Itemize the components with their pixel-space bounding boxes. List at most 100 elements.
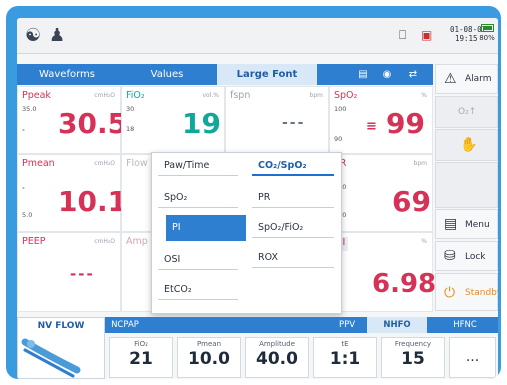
tile-pr[interactable]: PR bpm 200 100 69 (329, 154, 433, 232)
setting-fio2-value: 21 (129, 349, 153, 369)
side-blank (435, 162, 498, 208)
oxygen-boost-button[interactable]: O₂↑ (435, 96, 498, 128)
pi-unit: % (421, 238, 427, 245)
option-pr-label: PR (258, 192, 271, 203)
setting-pmean[interactable]: Pmean 10.0 (177, 337, 241, 378)
menu-button[interactable]: ▤ Menu (435, 209, 498, 239)
underline (252, 207, 334, 208)
tab-ppv[interactable]: PPV (327, 317, 367, 333)
fio2-unit: vol.% (202, 92, 220, 99)
option-etco2-label: EtCO₂ (164, 284, 192, 295)
tile-spo2[interactable]: SpO₂ % 100 90 ≡ 99 (329, 86, 433, 154)
setting-frequency[interactable]: Frequency 15 (381, 337, 445, 378)
fspn-value: --- (282, 115, 306, 131)
lock-icon: ⛁ (444, 248, 456, 264)
setting-amplitude[interactable]: Amplitude 40.0 (245, 337, 309, 378)
tab-hfnc[interactable]: HFNC (435, 317, 495, 333)
fio2-label: FiO₂ (126, 90, 145, 101)
ppeak-unit: cmH₂O (94, 92, 115, 99)
option-paw-time[interactable]: Paw/Time (158, 155, 244, 177)
ppeak-value: 30.5 (58, 107, 128, 140)
tab-waveforms[interactable]: Waveforms (17, 64, 117, 85)
nv-flow-panel[interactable]: NV FLOW (17, 317, 105, 379)
underline (158, 269, 238, 270)
setting-fio2[interactable]: FiO₂ 21 (109, 337, 173, 378)
option-etco2[interactable]: EtCO₂ (158, 279, 244, 301)
patient-infant-icon[interactable]: ♟ (49, 25, 65, 46)
tile-pmean[interactable]: Pmean cmH₂O ₓ 5.0 10.1 (17, 154, 127, 232)
document-icon[interactable]: ▤ (354, 67, 372, 82)
tab-nhfo[interactable]: NHFO (367, 317, 427, 333)
tile-peep[interactable]: PEEP cmH₂O --- (17, 232, 121, 312)
ppeak-high-limit: 35.0 (22, 105, 37, 113)
monitor-alert-icon[interactable]: ▣ (421, 28, 432, 42)
tile-fspn[interactable]: fspn bpm --- (225, 86, 329, 154)
option-spo2-fio2[interactable]: SpO₂/FiO₂ (252, 217, 340, 239)
pmean-unit: cmH₂O (94, 160, 115, 167)
screen-switch-icon[interactable]: ⇄ (404, 67, 422, 82)
option-pr[interactable]: PR (252, 187, 340, 209)
setting-te-value: 1:1 (329, 349, 361, 369)
spo2-label: SpO₂ (334, 90, 358, 101)
tab-values[interactable]: Values (117, 64, 217, 85)
option-co2-spo2-label: CO₂/SpO₂ (258, 160, 307, 171)
fio2-high-limit: 30 (126, 105, 135, 113)
option-pi[interactable]: PI (166, 215, 246, 241)
ventilator-screen: ☯ ♟ ⎕ ▣ 01-08-07 19:15 80% Waveforms Val… (17, 18, 498, 379)
setting-amplitude-value: 40.0 (256, 349, 298, 369)
nasal-interface-icon (21, 338, 81, 378)
pmean-low-limit: 5.0 (22, 211, 33, 219)
camera-icon[interactable]: ◉ (378, 67, 396, 82)
standby-button[interactable]: ⏻ Standby (435, 273, 498, 311)
tab-large-font[interactable]: Large Font (217, 64, 317, 85)
option-osi[interactable]: OSI (158, 249, 244, 271)
peep-unit: cmH₂O (94, 238, 115, 245)
view-tabs: Waveforms Values Large Font ▤ ◉ ⇄ (17, 64, 433, 85)
option-pi-label: PI (172, 222, 181, 233)
standby-label: Standby (465, 288, 498, 298)
battery-icon (480, 24, 494, 32)
setting-te[interactable]: tE 1:1 (313, 337, 377, 378)
pmean-value: 10.1 (58, 185, 128, 218)
option-co2-spo2[interactable]: CO₂/SpO₂ (252, 155, 340, 177)
pleth-bar-icon: ≡ (366, 119, 377, 134)
more-settings-button[interactable]: ... (449, 337, 496, 378)
alarm-button[interactable]: ⚠ Alarm (435, 64, 498, 94)
setting-frequency-label: Frequency (394, 340, 432, 348)
amp-label: Amp (126, 236, 148, 247)
ppeak-label: Ppeak (22, 90, 51, 101)
option-spo2[interactable]: SpO₂ (158, 187, 244, 209)
manual-breath-button[interactable]: ✋ (435, 129, 498, 161)
tab-ncpap[interactable]: NCPAP (105, 317, 145, 333)
spo2-unit: % (421, 92, 427, 99)
option-osi-label: OSI (164, 254, 181, 265)
option-spo2-label: SpO₂ (164, 192, 188, 203)
setting-pmean-value: 10.0 (188, 349, 230, 369)
pi-value: 6.98 (372, 269, 437, 299)
pmean-label: Pmean (22, 158, 55, 169)
lock-button[interactable]: ⛁ Lock (435, 241, 498, 271)
spo2-low-limit: 90 (334, 135, 343, 143)
peep-value: --- (70, 265, 95, 283)
alarm-label: Alarm (465, 74, 492, 84)
option-rox[interactable]: ROX (252, 247, 340, 269)
battery-level: 80% (479, 34, 495, 42)
setting-pmean-label: Pmean (196, 340, 222, 348)
option-spo2-fio2-label: SpO₂/FiO₂ (258, 222, 304, 233)
flow-label: Flow (126, 158, 148, 169)
mode-tabs: NCPAP PPV NHFO HFNC (105, 317, 498, 333)
lock-label: Lock (465, 252, 486, 262)
oxygen-boost-label: O₂↑ (458, 107, 477, 117)
patient-adult-icon[interactable]: ☯ (25, 25, 41, 46)
peep-label: PEEP (22, 236, 46, 247)
fio2-value: 19 (182, 107, 221, 140)
tile-fio2[interactable]: FiO₂ vol.% 30 18 19 (121, 86, 225, 154)
tile-ppeak[interactable]: Ppeak cmH₂O 35.0 ₓ 30.5 (17, 86, 127, 154)
status-bar: ☯ ♟ ⎕ ▣ 01-08-07 19:15 80% (17, 18, 498, 54)
clipboard-icon[interactable]: ⎕ (399, 28, 406, 43)
tile-pi[interactable]: PI % 6.98 (329, 232, 437, 312)
underline (252, 237, 334, 238)
mode-bar: NV FLOW NCPAP PPV NHFO HFNC FiO₂ 21 Pmea… (17, 317, 498, 379)
pr-value: 69 (392, 185, 431, 218)
underline (252, 267, 334, 268)
